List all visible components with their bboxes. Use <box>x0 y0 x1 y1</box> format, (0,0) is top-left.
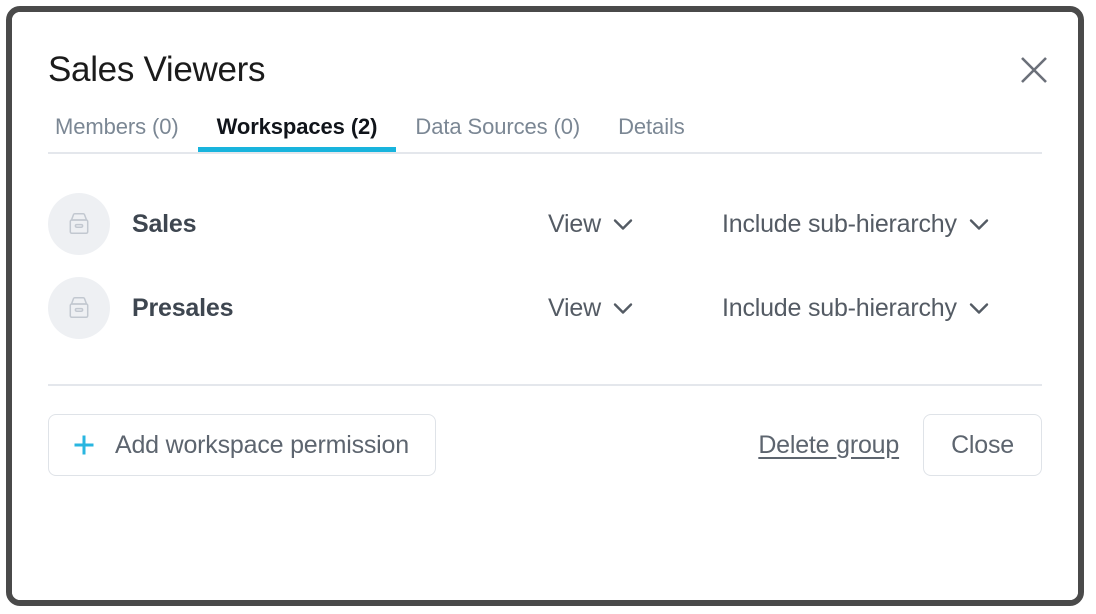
chevron-down-icon <box>613 218 633 231</box>
tab-details[interactable]: Details <box>599 104 704 150</box>
close-icon[interactable] <box>1014 50 1054 90</box>
table-row: Presales View Include sub-hierarchy <box>48 266 1042 350</box>
group-details-modal: Sales Viewers Members (0) Workspaces (2)… <box>12 12 1078 600</box>
permission-dropdown[interactable]: View <box>548 294 698 323</box>
workspace-name: Presales <box>132 293 234 322</box>
table-row: Sales View Include sub-hierarchy <box>48 182 1042 266</box>
workspace-name: Sales <box>132 209 197 238</box>
archive-box-icon <box>48 277 110 339</box>
tab-details-label: Details <box>618 114 685 139</box>
permission-value: View <box>548 209 601 238</box>
tab-bar: Members (0) Workspaces (2) Data Sources … <box>48 104 1042 154</box>
modal-header: Sales Viewers <box>12 12 1078 104</box>
chevron-down-icon <box>969 218 989 231</box>
page-title: Sales Viewers <box>48 50 266 89</box>
tab-members[interactable]: Members (0) <box>48 104 198 150</box>
scope-dropdown[interactable]: Include sub-hierarchy <box>722 294 1042 323</box>
close-button[interactable]: Close <box>923 414 1042 476</box>
scope-dropdown[interactable]: Include sub-hierarchy <box>722 210 1042 239</box>
plus-icon <box>71 432 97 458</box>
delete-group-link[interactable]: Delete group <box>758 431 899 460</box>
permission-dropdown[interactable]: View <box>548 210 698 239</box>
modal-footer: Add workspace permission Delete group Cl… <box>12 386 1078 476</box>
chevron-down-icon <box>613 302 633 315</box>
workspace-permission-list: Sales View Include sub-hierarchy Presale… <box>12 154 1078 350</box>
scope-value: Include sub-hierarchy <box>722 209 957 238</box>
chevron-down-icon <box>969 302 989 315</box>
scope-value: Include sub-hierarchy <box>722 293 957 322</box>
archive-box-icon <box>48 193 110 255</box>
screenshot-frame: Sales Viewers Members (0) Workspaces (2)… <box>6 6 1084 606</box>
tab-members-label: Members (0) <box>55 114 179 139</box>
tab-data-sources[interactable]: Data Sources (0) <box>396 104 599 150</box>
permission-value: View <box>548 293 601 322</box>
tab-data-sources-label: Data Sources (0) <box>415 114 581 139</box>
add-workspace-permission-label: Add workspace permission <box>115 430 409 459</box>
tab-workspaces-label: Workspaces (2) <box>216 114 378 139</box>
add-workspace-permission-button[interactable]: Add workspace permission <box>48 414 436 476</box>
tab-workspaces[interactable]: Workspaces (2) <box>197 104 397 152</box>
